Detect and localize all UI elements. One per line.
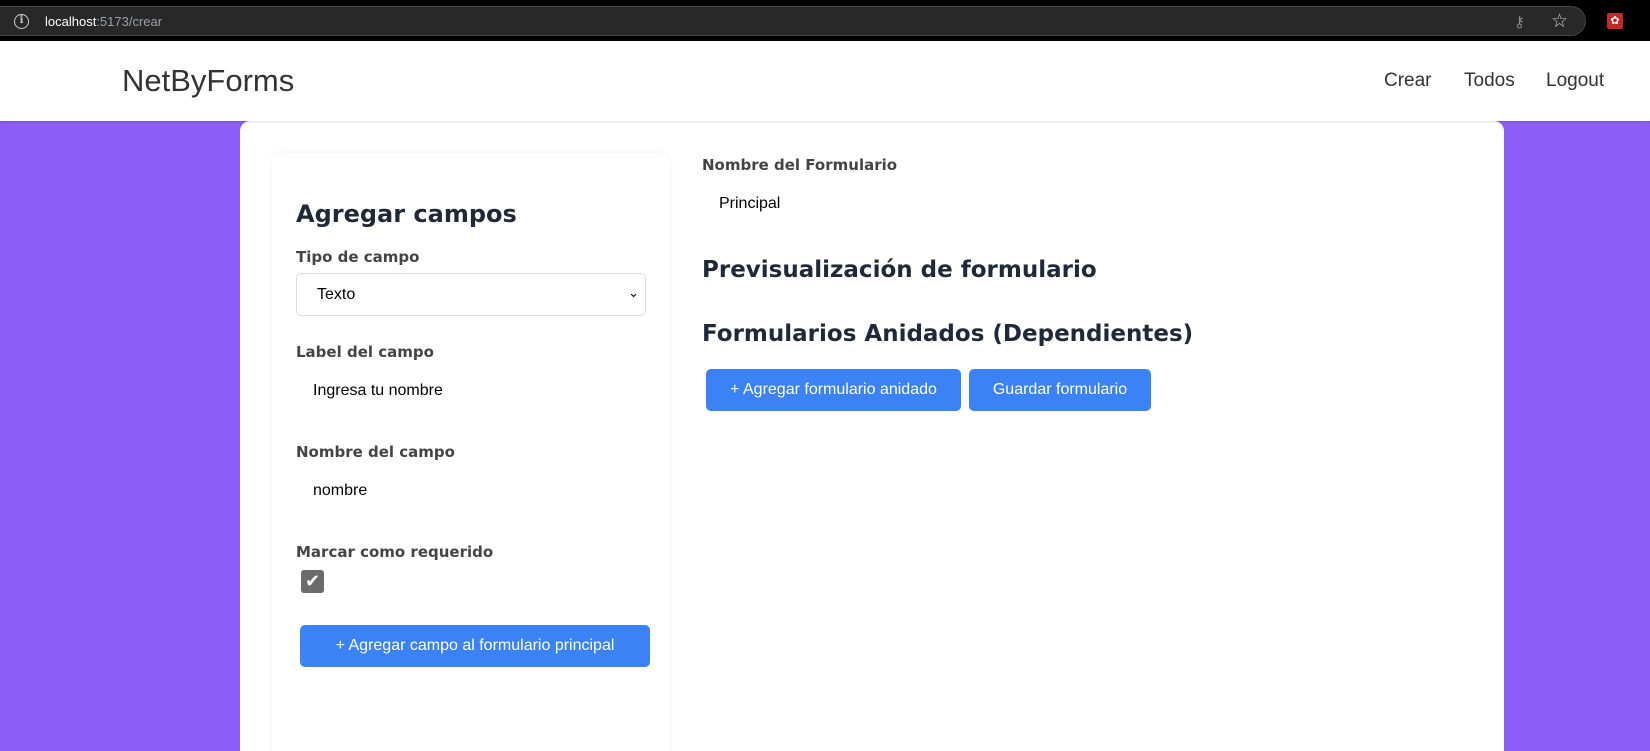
field-type-label: Tipo de campo (296, 248, 420, 266)
field-label-input[interactable]: Ingresa tu nombre (313, 382, 443, 400)
password-key-icon[interactable]: ⚷ (1514, 13, 1525, 31)
panel-title: Agregar campos (296, 200, 517, 228)
extension-icon[interactable]: ✿ (1607, 13, 1623, 29)
field-label-label: Label del campo (296, 343, 434, 361)
add-nested-form-button[interactable]: + Agregar formulario anidado (706, 369, 961, 411)
brand-logo[interactable]: NetByForms (122, 63, 294, 99)
field-type-select[interactable]: Texto ⌄ (296, 273, 646, 316)
form-name-input[interactable]: Principal (719, 195, 780, 213)
field-name-label: Nombre del campo (296, 443, 455, 461)
required-checkbox[interactable]: ✔ (301, 570, 324, 593)
save-form-button[interactable]: Guardar formulario (969, 369, 1151, 411)
required-label: Marcar como requerido (296, 543, 494, 561)
field-type-value: Texto (317, 286, 356, 303)
field-name-input[interactable]: nombre (313, 482, 367, 500)
nav-link-logout[interactable]: Logout (1546, 70, 1604, 92)
url-text[interactable]: localhost:5173/crear (45, 14, 162, 29)
nav-link-crear[interactable]: Crear (1384, 70, 1432, 92)
browser-toolbar: i localhost:5173/crear ⚷ ☆ ✿ (0, 0, 1650, 41)
add-field-button[interactable]: + Agregar campo al formulario principal (300, 625, 650, 667)
address-bar[interactable]: i localhost:5173/crear ⚷ ☆ (0, 6, 1586, 36)
app-navbar: NetByForms Crear Todos Logout (0, 41, 1650, 121)
nested-forms-title: Formularios Anidados (Dependientes) (702, 321, 1194, 347)
checkmark-icon: ✔ (304, 571, 321, 591)
site-info-icon[interactable]: i (14, 14, 29, 29)
form-name-label: Nombre del Formulario (702, 156, 898, 174)
preview-title: Previsualización de formulario (702, 257, 1097, 283)
chevron-down-icon: ⌄ (628, 285, 639, 300)
nav-link-todos[interactable]: Todos (1464, 70, 1515, 92)
bookmark-star-icon[interactable]: ☆ (1551, 10, 1568, 33)
